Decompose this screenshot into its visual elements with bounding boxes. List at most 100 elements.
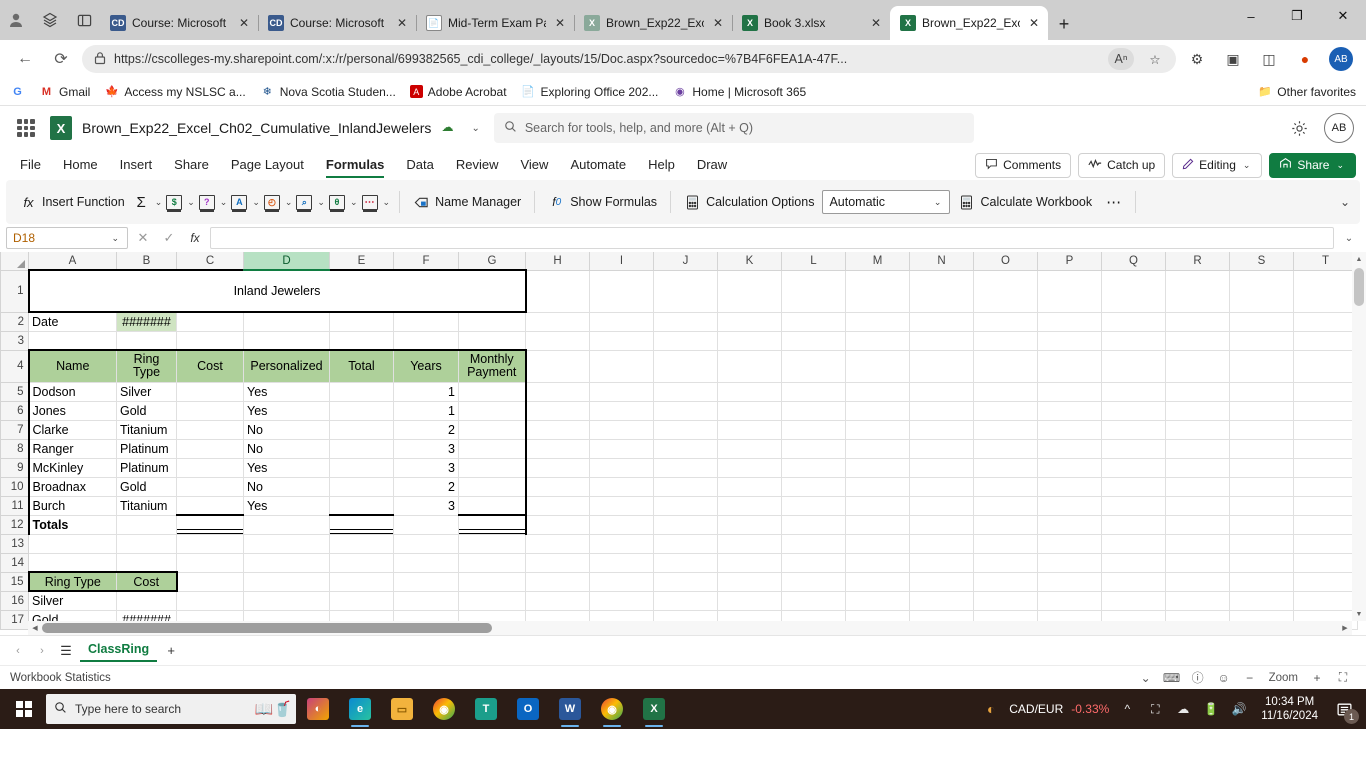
cell-c13[interactable] [176, 533, 244, 554]
ribbon-tab-view[interactable]: View [510, 153, 558, 178]
cell-l[interactable] [781, 495, 846, 516]
cell-o[interactable] [973, 438, 1038, 459]
cell-e13[interactable] [329, 533, 394, 554]
cell-r[interactable] [1165, 476, 1230, 497]
cell-h4[interactable] [525, 349, 590, 383]
bookmark-item[interactable]: M Gmail [39, 84, 90, 99]
cell-h16[interactable] [525, 590, 590, 611]
row-header[interactable]: 13 [0, 533, 29, 554]
cell-j15[interactable] [653, 571, 718, 592]
bookmark-item[interactable]: A Adobe Acrobat [409, 85, 507, 99]
column-header-a[interactable]: A [28, 252, 117, 271]
cell-e4-header-total[interactable]: Total [329, 349, 394, 383]
cell-i16[interactable] [589, 590, 654, 611]
tab-close-icon[interactable]: ✕ [710, 16, 726, 30]
cell-j[interactable] [653, 438, 718, 459]
cell-l4[interactable] [781, 349, 846, 383]
cell-personalized[interactable]: No [243, 419, 330, 440]
column-header-j[interactable]: J [653, 252, 718, 271]
taskbar-clock[interactable]: 10:34 PM 11/16/2024 [1257, 695, 1322, 723]
cell-p12[interactable] [1037, 514, 1102, 535]
ribbon-tab-insert[interactable]: Insert [110, 153, 163, 178]
cell-a12-totals-label[interactable]: Totals [27, 514, 117, 535]
bookmark-item[interactable]: ❄ Nova Scotia Studen... [260, 84, 396, 99]
cell-total[interactable] [329, 457, 394, 478]
cell-m4[interactable] [845, 349, 910, 383]
cell-n16[interactable] [909, 590, 974, 611]
cell-p[interactable] [1037, 495, 1102, 516]
search-input[interactable]: Search for tools, help, and more (Alt + … [493, 113, 974, 143]
row-header[interactable]: 5 [0, 381, 29, 402]
cell-name[interactable]: Broadnax [27, 476, 117, 497]
feedback-icon[interactable]: ☺ [1211, 667, 1237, 689]
cell-e14[interactable] [329, 552, 394, 573]
cell-p[interactable] [1037, 438, 1102, 459]
profile-icon[interactable] [4, 8, 28, 32]
cell-r16[interactable] [1165, 590, 1230, 611]
volume-icon[interactable]: 🔊 [1229, 699, 1249, 719]
cell-f15[interactable] [393, 571, 459, 592]
ribbon-tab-share[interactable]: Share [164, 153, 219, 178]
scroll-down-arrow-icon[interactable]: ▼ [1352, 607, 1366, 621]
date-time-functions-group[interactable]: ◴ ⌄ [263, 194, 295, 212]
cell-s13[interactable] [1229, 533, 1294, 554]
cell-k13[interactable] [717, 533, 782, 554]
chevron-up-icon[interactable]: ^ [1117, 699, 1137, 719]
cell-p2[interactable] [1037, 311, 1102, 332]
cell-c4-header-cost[interactable]: Cost [176, 349, 244, 383]
cell-a2-date-label[interactable]: Date [28, 311, 117, 332]
cell-f13[interactable] [393, 533, 459, 554]
cell-i[interactable] [589, 495, 654, 516]
column-header-t[interactable]: T [1293, 252, 1358, 271]
ribbon-tab-formulas[interactable]: Formulas [316, 153, 395, 178]
ribbon-overflow-button[interactable]: ⋯ [1100, 189, 1128, 215]
cell-b13[interactable] [116, 533, 177, 554]
cell-ring-type[interactable]: Titanium [116, 495, 177, 516]
cell-o15[interactable] [973, 571, 1038, 592]
cell-years[interactable]: 2 [393, 419, 459, 440]
cell-l[interactable] [781, 419, 846, 440]
calculation-mode-select[interactable]: Automatic ⌄ [822, 190, 951, 214]
cell-years[interactable]: 3 [393, 438, 459, 459]
cell-personalized[interactable]: Yes [243, 495, 330, 516]
cell-f16[interactable] [393, 590, 459, 611]
column-header-b[interactable]: B [116, 252, 177, 271]
cell-t13[interactable] [1293, 533, 1358, 554]
cell-j[interactable] [653, 457, 718, 478]
cell-m15[interactable] [845, 571, 910, 592]
cell-m1[interactable] [845, 269, 910, 313]
row-header[interactable]: 17 [0, 609, 29, 630]
cell-t[interactable] [1293, 495, 1358, 516]
cell-g14[interactable] [458, 552, 526, 573]
cell-j[interactable] [653, 476, 718, 497]
tab-close-icon[interactable]: ✕ [552, 16, 568, 30]
cell-m[interactable] [845, 438, 910, 459]
cell-i1[interactable] [589, 269, 654, 313]
taskbar-app-excel[interactable]: X [634, 689, 674, 729]
cell-t[interactable] [1293, 438, 1358, 459]
add-sheet-button[interactable]: + [161, 641, 181, 661]
cell-r3[interactable] [1165, 330, 1230, 351]
ribbon-tab-review[interactable]: Review [446, 153, 509, 178]
close-window-button[interactable]: ✕ [1320, 0, 1366, 32]
cell-r15[interactable] [1165, 571, 1230, 592]
cancel-entry-button[interactable]: ✕ [132, 227, 154, 249]
cell-o[interactable] [973, 381, 1038, 402]
cell-l1[interactable] [781, 269, 846, 313]
cell-t1[interactable] [1293, 269, 1358, 313]
cell-b16-cost[interactable] [116, 590, 177, 611]
document-title[interactable]: Brown_Exp22_Excel_Ch02_Cumulative_Inland… [82, 120, 431, 136]
cell-t14[interactable] [1293, 552, 1358, 573]
onedrive-sync-icon[interactable]: ☁ [1173, 699, 1193, 719]
cell-s[interactable] [1229, 381, 1294, 402]
cell-p3[interactable] [1037, 330, 1102, 351]
cell-years[interactable]: 3 [393, 457, 459, 478]
cell-t15[interactable] [1293, 571, 1358, 592]
cell-k[interactable] [717, 438, 782, 459]
cell-h1[interactable] [525, 269, 590, 313]
cell-p15[interactable] [1037, 571, 1102, 592]
calculate-workbook-button[interactable]: Calculate Workbook [952, 190, 1098, 215]
cell-o2[interactable] [973, 311, 1038, 332]
cell-c16[interactable] [176, 590, 244, 611]
cell-j3[interactable] [653, 330, 718, 351]
